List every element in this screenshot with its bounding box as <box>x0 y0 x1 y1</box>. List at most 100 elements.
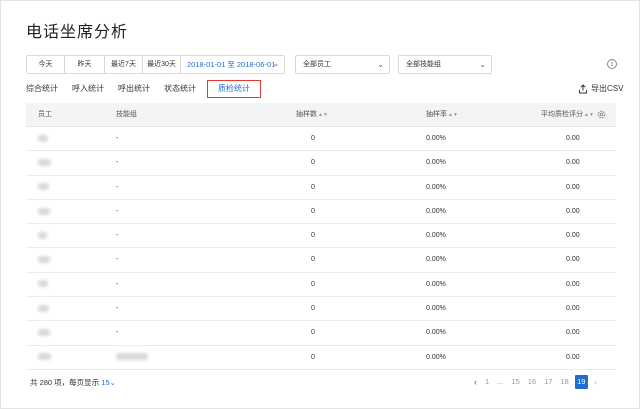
range-30days-button[interactable]: 最近30天 <box>143 56 181 73</box>
cell-employee <box>38 127 48 151</box>
cell-score: 0.00 <box>566 305 580 313</box>
sort-icon: ▲▼ <box>318 112 328 118</box>
date-range-picker[interactable]: 2018-01-01 至 2018-06-01 ⌄ <box>181 56 284 73</box>
range-yesterday-button[interactable]: 昨天 <box>65 56 105 73</box>
cell-score: 0.00 <box>566 159 580 167</box>
export-csv-button[interactable]: 导出CSV <box>578 83 623 94</box>
table-row: - 0 0.00% 0.00 <box>26 200 616 225</box>
page-size-select[interactable]: 15⌄ <box>101 378 116 387</box>
table-row: - 0 0.00% 0.00 <box>26 248 616 273</box>
redacted-name <box>38 231 47 239</box>
cell-group: - <box>116 256 119 264</box>
pagination: ‹ 1... 15 16 17 18 19 › <box>470 375 601 389</box>
page-number-button[interactable]: 19 <box>574 375 588 389</box>
col-samples[interactable]: 抽样数▲▼ <box>296 103 328 127</box>
sort-icon: ▲▼ <box>448 112 458 118</box>
cell-samples: 0 <box>311 159 315 167</box>
table-row: - 0 0.00% 0.00 <box>26 297 616 322</box>
cell-employee <box>38 151 51 175</box>
page-number-button[interactable]: 16 <box>528 375 536 389</box>
tab-inbound[interactable]: 呼入统计 <box>72 81 104 97</box>
table-header: 员工 技能组 抽样数▲▼ 抽样率▲▼ 平均质检评分▲▼ <box>26 103 616 127</box>
cell-rate: 0.00% <box>426 353 446 361</box>
group-select[interactable]: 全部技能组 ⌄ <box>398 55 492 74</box>
col-rate[interactable]: 抽样率▲▼ <box>426 103 458 127</box>
employee-select-value: 全部员工 <box>303 61 331 68</box>
cell-group: - <box>116 305 119 313</box>
redacted-name <box>38 353 51 361</box>
col-employee[interactable]: 员工 <box>38 103 52 127</box>
sort-icon: ▲▼ <box>584 112 594 118</box>
table-row: - 0 0.00% 0.00 <box>26 273 616 298</box>
cell-group: - <box>116 232 119 240</box>
col-score[interactable]: 平均质检评分▲▼ <box>541 103 594 127</box>
cell-samples: 0 <box>311 256 315 264</box>
cell-employee <box>38 224 47 248</box>
cell-score: 0.00 <box>566 207 580 215</box>
table-body: - 0 0.00% 0.00 - 0 0.00% 0.00 - 0 0.00% 0.00 - 0 0.00%… <box>26 127 616 370</box>
page-title: 电话坐席分析 <box>26 24 129 41</box>
table-row: - 0 0.00% 0.00 <box>26 151 616 176</box>
tab-overview[interactable]: 综合统计 <box>26 81 58 97</box>
cell-samples: 0 <box>311 135 315 142</box>
redacted-name <box>38 158 51 166</box>
cell-group: - <box>116 207 119 215</box>
redacted-group <box>116 353 148 361</box>
tab-quality[interactable]: 质检统计 <box>207 80 261 98</box>
employee-select[interactable]: 全部员工 ⌄ <box>295 55 390 74</box>
quality-table: 员工 技能组 抽样数▲▼ 抽样率▲▼ 平均质检评分▲▼ -0 0.00% 0.00-… <box>26 103 616 370</box>
cell-samples: 0 <box>311 305 315 313</box>
cell-group: - <box>116 135 119 142</box>
date-separator: 至 <box>227 60 235 69</box>
chevron-down-icon: ⌄ <box>272 59 280 68</box>
cell-employee <box>38 200 50 224</box>
date-end: 2018-06-01 <box>236 60 276 69</box>
redacted-name <box>38 207 50 215</box>
cell-employee <box>38 297 49 321</box>
cell-score: 0.00 <box>566 329 580 337</box>
table-row: - 0 0.00% 0.00 <box>26 321 616 346</box>
cell-samples: 0 <box>311 232 315 240</box>
cell-rate: 0.00% <box>426 232 446 240</box>
date-filter-group: 今天 昨天 最近7天 最近30天 2018-01-01 至 2018-06-01… <box>26 55 285 74</box>
gear-icon[interactable] <box>596 109 607 120</box>
cell-employee <box>38 248 50 272</box>
page-number-button[interactable]: 15 <box>511 375 519 389</box>
page-number-button[interactable]: 18 <box>560 375 568 389</box>
cell-rate: 0.00% <box>426 305 446 313</box>
range-7days-button[interactable]: 最近7天 <box>105 56 143 73</box>
redacted-name <box>38 183 49 191</box>
cell-employee <box>38 176 49 200</box>
tab-outbound[interactable]: 呼出统计 <box>118 81 150 97</box>
cell-score: 0.00 <box>566 183 580 191</box>
cell-rate: 0.00% <box>426 329 446 337</box>
table-row: 0 0.00% 0.00 <box>26 346 616 370</box>
tab-status[interactable]: 状态统计 <box>164 81 196 97</box>
col-group[interactable]: 技能组 <box>116 103 137 127</box>
table-row: - 0 0.00% 0.00 <box>26 176 616 200</box>
cell-samples: 0 <box>311 207 315 215</box>
cell-score: 0.00 <box>566 135 580 142</box>
range-today-button[interactable]: 今天 <box>27 56 65 73</box>
cell-group <box>116 346 148 370</box>
page-list: 1... 15 16 17 18 19 <box>481 375 590 389</box>
cell-rate: 0.00% <box>426 183 446 191</box>
redacted-name <box>38 256 50 264</box>
page-ellipsis: ... <box>497 377 504 386</box>
cell-score: 0.00 <box>566 280 580 288</box>
export-icon <box>579 83 587 93</box>
cell-employee <box>38 346 51 370</box>
cell-group: - <box>116 159 119 167</box>
redacted-name <box>38 304 49 312</box>
info-icon[interactable]: i <box>607 59 617 69</box>
cell-samples: 0 <box>311 280 315 288</box>
prev-page-icon[interactable]: ‹ <box>474 375 477 389</box>
cell-rate: 0.00% <box>426 207 446 215</box>
cell-samples: 0 <box>311 353 315 361</box>
cell-score: 0.00 <box>566 353 580 361</box>
page-number-button[interactable]: 17 <box>544 375 552 389</box>
page-number-button[interactable]: 1 <box>485 375 489 389</box>
cell-score: 0.00 <box>566 256 580 264</box>
next-page-icon[interactable]: › <box>594 375 597 389</box>
redacted-name <box>38 329 50 337</box>
